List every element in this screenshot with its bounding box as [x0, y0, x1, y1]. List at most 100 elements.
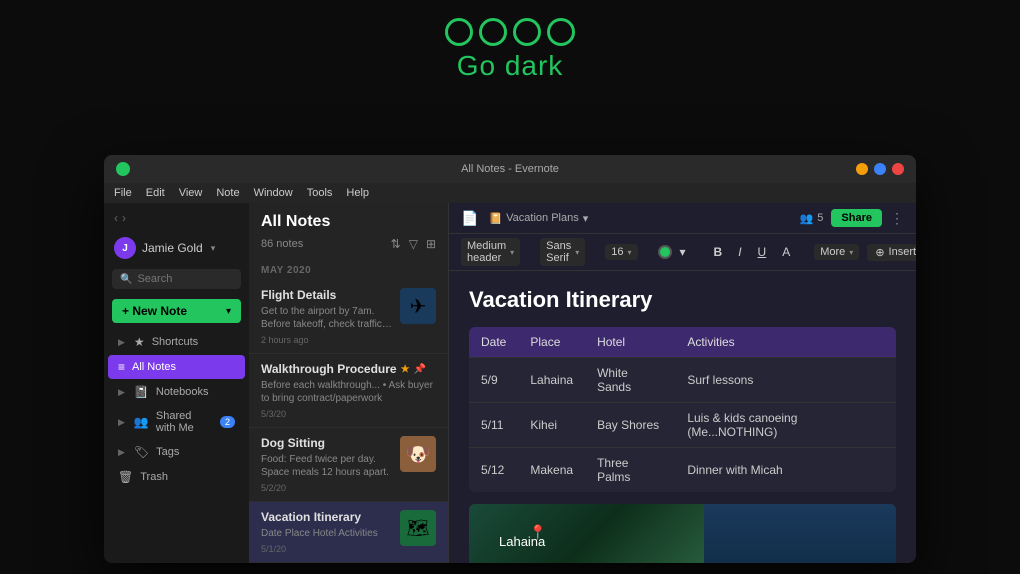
more-options-button[interactable]: ⋮: [890, 210, 904, 227]
menu-file[interactable]: File: [114, 187, 132, 199]
insert-button[interactable]: ⊕ Insert ▾: [867, 244, 916, 261]
close-button[interactable]: ×: [892, 163, 904, 175]
notebooks-icon: 📓: [134, 385, 149, 399]
note-content: Vacation Itinerary Date Place Hotel Acti…: [261, 510, 392, 554]
note-preview: Before each walkthrough... • Ask buyer t…: [261, 379, 436, 405]
menu-note[interactable]: Note: [216, 187, 239, 199]
logo-circle-4: [547, 18, 575, 46]
table-cell-place: Kihei: [518, 403, 585, 448]
maximize-button[interactable]: □: [874, 163, 886, 175]
table-cell-activities: Dinner with Micah: [675, 448, 896, 493]
table-cell-date: 5/12: [469, 448, 518, 493]
table-cell-place: Lahaina: [518, 358, 585, 403]
underline-button[interactable]: U: [754, 243, 771, 261]
user-section[interactable]: J Jamie Gold ▾: [104, 233, 249, 265]
new-note-button[interactable]: + New Note ▾: [112, 299, 241, 323]
sidebar-item-all-notes[interactable]: ≡ All Notes: [108, 355, 245, 379]
minimize-button[interactable]: –: [856, 163, 868, 175]
new-note-dropdown-icon[interactable]: ▾: [226, 306, 231, 317]
sidebar-item-shortcuts[interactable]: ▶ ★ Shortcuts: [108, 330, 245, 354]
view-icon[interactable]: ⊞: [426, 237, 436, 251]
sidebar-item-label: Notebooks: [156, 386, 209, 398]
star-icon: ★: [401, 364, 410, 375]
list-item[interactable]: Dog Sitting Food: Feed twice per day. Sp…: [249, 428, 448, 502]
back-arrow[interactable]: ‹: [114, 211, 118, 225]
filter-icon[interactable]: ▽: [409, 237, 418, 251]
more-dropdown[interactable]: More ▾: [814, 244, 859, 260]
editor-toolbar-top: 📄 📔 Vacation Plans ▾ 👥 5 Share ⋮: [449, 203, 916, 234]
menu-window[interactable]: Window: [254, 187, 293, 199]
sidebar-item-notebooks[interactable]: ▶ 📓 Notebooks: [108, 380, 245, 404]
map-water: [704, 504, 896, 563]
editor-format-bar: Medium header ▾ Sans Serif ▾ 16 ▾ ▾: [449, 234, 916, 271]
shortcuts-icon: ★: [134, 335, 145, 349]
window-title: All Notes - Evernote: [461, 163, 559, 175]
note-preview: Get to the airport by 7am. Before takeof…: [261, 305, 392, 331]
list-item[interactable]: Flight Details Get to the airport by 7am…: [249, 280, 448, 354]
note-list-actions: ⇅ ▽ ⊞: [391, 237, 436, 251]
collab-icon: 👥: [800, 212, 814, 225]
sidebar-header: ‹ ›: [104, 203, 249, 233]
all-notes-icon: ≡: [118, 360, 125, 374]
note-preview: Food: Feed twice per day. Space meals 12…: [261, 453, 392, 479]
search-input[interactable]: [137, 273, 233, 285]
table-header-activities: Activities: [675, 327, 896, 358]
table-row: 5/11 Kihei Bay Shores Luis & kids canoei…: [469, 403, 896, 448]
sidebar-nav: ▶ ★ Shortcuts ≡ All Notes ▶ 📓 Notebooks …: [104, 329, 249, 563]
menu-tools[interactable]: Tools: [307, 187, 333, 199]
table-cell-hotel: Bay Shores: [585, 403, 675, 448]
map-background: Lahaina 📍: [469, 504, 896, 563]
sort-icon[interactable]: ⇅: [391, 237, 401, 251]
logo-circle-1: [445, 18, 473, 46]
expand-icon: ▶: [118, 417, 125, 428]
note-content: Dog Sitting Food: Feed twice per day. Sp…: [261, 436, 392, 493]
collaborators-count: 👥 5: [800, 212, 824, 225]
logo-circle-2: [479, 18, 507, 46]
font-color-button[interactable]: A: [778, 243, 794, 261]
sidebar-item-label: Shortcuts: [152, 336, 198, 348]
header-dropdown[interactable]: Medium header ▾: [461, 238, 520, 266]
color-swatch[interactable]: [658, 245, 672, 259]
notebook-name[interactable]: 📔 Vacation Plans ▾: [488, 212, 588, 225]
sidebar-item-tags[interactable]: ▶ 🏷 Tags: [108, 440, 245, 464]
menu-help[interactable]: Help: [346, 187, 369, 199]
expand-icon: ▶: [118, 337, 125, 348]
list-item[interactable]: Vacation Itinerary Date Place Hotel Acti…: [249, 502, 448, 563]
app-window: All Notes - Evernote – □ × File Edit Vie…: [104, 155, 916, 563]
table-cell-activities: Luis & kids canoeing (Me...NOTHING): [675, 403, 896, 448]
table-header-hotel: Hotel: [585, 327, 675, 358]
note-title: Walkthrough Procedure ★ 📌: [261, 362, 436, 376]
app-icon: [116, 162, 130, 176]
forward-arrow[interactable]: ›: [122, 211, 126, 225]
list-item[interactable]: Walkthrough Procedure ★ 📌 Before each wa…: [249, 354, 448, 428]
shared-icon: 👥: [134, 415, 149, 429]
menu-view[interactable]: View: [179, 187, 203, 199]
font-chevron-icon: ▾: [575, 248, 579, 257]
table-cell-activities: Surf lessons: [675, 358, 896, 403]
italic-button[interactable]: I: [734, 243, 745, 261]
size-dropdown[interactable]: 16 ▾: [605, 244, 637, 260]
editor-content[interactable]: Vacation Itinerary Date Place Hotel Acti…: [449, 271, 916, 563]
note-preview: Date Place Hotel Activities: [261, 527, 392, 540]
pin-icon: 📌: [414, 364, 426, 375]
note-list-header: All Notes 86 notes ⇅ ▽ ⊞: [249, 203, 448, 257]
sidebar-item-trash[interactable]: 🗑 Trash: [108, 465, 245, 489]
editor-actions: 👥 5 Share ⋮: [800, 209, 904, 227]
sidebar-item-shared[interactable]: ▶ 👥 Shared with Me 2: [108, 405, 245, 439]
bold-button[interactable]: B: [710, 243, 727, 261]
user-name: Jamie Gold: [142, 241, 203, 255]
search-icon: 🔍: [120, 274, 132, 285]
color-picker[interactable]: ▾: [658, 243, 690, 261]
new-note-label: + New Note: [122, 304, 220, 318]
map-pin-icon: 📍: [529, 524, 546, 541]
expand-icon: ▶: [118, 447, 125, 458]
table-cell-date: 5/9: [469, 358, 518, 403]
title-bar: All Notes - Evernote – □ ×: [104, 155, 916, 183]
menu-edit[interactable]: Edit: [146, 187, 165, 199]
search-bar[interactable]: 🔍: [112, 269, 241, 289]
font-dropdown[interactable]: Sans Serif ▾: [540, 238, 585, 266]
note-date: 5/1/20: [261, 544, 392, 554]
note-thumbnail: ✈: [400, 288, 436, 324]
table-cell-hotel: White Sands: [585, 358, 675, 403]
share-button[interactable]: Share: [831, 209, 882, 227]
